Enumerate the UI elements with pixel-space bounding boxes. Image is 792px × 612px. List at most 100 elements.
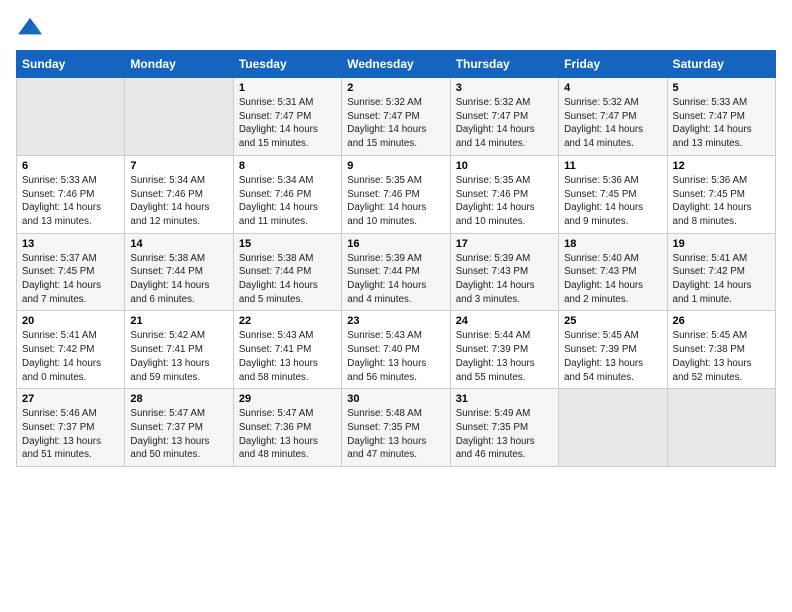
calendar-cell: 27 Sunrise: 5:46 AMSunset: 7:37 PMDayligh… <box>17 389 125 467</box>
day-number: 24 <box>456 315 553 327</box>
calendar-cell: 5 Sunrise: 5:33 AMSunset: 7:47 PMDaylight… <box>667 78 775 156</box>
calendar-week-3: 13Sunrise: 5:37 AMSunset: 7:45 PMDayligh… <box>17 233 776 311</box>
calendar-cell: 2 Sunrise: 5:32 AMSunset: 7:47 PMDaylight… <box>342 78 450 156</box>
calendar-cell: 31 Sunrise: 5:49 AMSunset: 7:35 PMDayligh… <box>450 389 558 467</box>
day-number: 23 <box>347 315 444 327</box>
day-info: Sunrise: 5:36 AMSunset: 7:45 PMDaylight:… <box>564 174 661 229</box>
day-header-tuesday: Tuesday <box>233 51 341 78</box>
day-number: 28 <box>130 393 227 405</box>
day-info: Sunrise: 5:45 AMSunset: 7:39 PMDaylight:… <box>564 329 661 384</box>
day-info: Sunrise: 5:36 AMSunset: 7:45 PMDaylight:… <box>673 174 770 229</box>
day-number: 17 <box>456 238 553 250</box>
day-info: Sunrise: 5:43 AMSunset: 7:40 PMDaylight:… <box>347 329 444 384</box>
day-info: Sunrise: 5:35 AMSunset: 7:46 PMDaylight:… <box>347 174 444 229</box>
day-header-wednesday: Wednesday <box>342 51 450 78</box>
day-number: 27 <box>22 393 119 405</box>
day-info: Sunrise: 5:40 AMSunset: 7:43 PMDaylight:… <box>564 252 661 307</box>
day-info: Sunrise: 5:43 AMSunset: 7:41 PMDaylight:… <box>239 329 336 384</box>
day-info: Sunrise: 5:32 AMSunset: 7:47 PMDaylight:… <box>456 96 553 151</box>
day-info: Sunrise: 5:42 AMSunset: 7:41 PMDaylight:… <box>130 329 227 384</box>
calendar-cell: 15 Sunrise: 5:38 AMSunset: 7:44 PMDayligh… <box>233 233 341 311</box>
calendar-week-1: 1 Sunrise: 5:31 AMSunset: 7:47 PMDaylight… <box>17 78 776 156</box>
calendar-cell: 6 Sunrise: 5:33 AMSunset: 7:46 PMDaylight… <box>17 155 125 233</box>
calendar-cell: 29Sunrise: 5:47 AMSunset: 7:36 PMDayligh… <box>233 389 341 467</box>
calendar-header-row: SundayMondayTuesdayWednesdayThursdayFrid… <box>17 51 776 78</box>
day-info: Sunrise: 5:31 AMSunset: 7:47 PMDaylight:… <box>239 96 336 151</box>
day-number: 26 <box>673 315 770 327</box>
day-number: 11 <box>564 160 661 172</box>
day-number: 12 <box>673 160 770 172</box>
day-number: 2 <box>347 82 444 94</box>
day-info: Sunrise: 5:41 AMSunset: 7:42 PMDaylight:… <box>673 252 770 307</box>
day-number: 7 <box>130 160 227 172</box>
day-info: Sunrise: 5:48 AMSunset: 7:35 PMDaylight:… <box>347 407 444 462</box>
day-info: Sunrise: 5:34 AMSunset: 7:46 PMDaylight:… <box>239 174 336 229</box>
calendar-cell: 7 Sunrise: 5:34 AMSunset: 7:46 PMDaylight… <box>125 155 233 233</box>
day-info: Sunrise: 5:44 AMSunset: 7:39 PMDaylight:… <box>456 329 553 384</box>
day-number: 20 <box>22 315 119 327</box>
day-number: 29 <box>239 393 336 405</box>
calendar-cell <box>125 78 233 156</box>
day-info: Sunrise: 5:34 AMSunset: 7:46 PMDaylight:… <box>130 174 227 229</box>
logo-icon <box>16 16 44 38</box>
calendar-cell <box>17 78 125 156</box>
calendar-week-2: 6 Sunrise: 5:33 AMSunset: 7:46 PMDaylight… <box>17 155 776 233</box>
day-info: Sunrise: 5:37 AMSunset: 7:45 PMDaylight:… <box>22 252 119 307</box>
calendar-cell: 21 Sunrise: 5:42 AMSunset: 7:41 PMDayligh… <box>125 311 233 389</box>
day-number: 16 <box>347 238 444 250</box>
day-number: 1 <box>239 82 336 94</box>
day-number: 25 <box>564 315 661 327</box>
day-info: Sunrise: 5:41 AMSunset: 7:42 PMDaylight:… <box>22 329 119 384</box>
day-number: 21 <box>130 315 227 327</box>
day-number: 9 <box>347 160 444 172</box>
day-number: 19 <box>673 238 770 250</box>
calendar-cell: 8Sunrise: 5:34 AMSunset: 7:46 PMDaylight… <box>233 155 341 233</box>
day-number: 15 <box>239 238 336 250</box>
day-info: Sunrise: 5:49 AMSunset: 7:35 PMDaylight:… <box>456 407 553 462</box>
calendar-cell: 16 Sunrise: 5:39 AMSunset: 7:44 PMDayligh… <box>342 233 450 311</box>
day-header-saturday: Saturday <box>667 51 775 78</box>
calendar-cell: 24 Sunrise: 5:44 AMSunset: 7:39 PMDayligh… <box>450 311 558 389</box>
day-header-sunday: Sunday <box>17 51 125 78</box>
day-info: Sunrise: 5:38 AMSunset: 7:44 PMDaylight:… <box>239 252 336 307</box>
day-header-friday: Friday <box>559 51 667 78</box>
calendar-week-5: 27 Sunrise: 5:46 AMSunset: 7:37 PMDayligh… <box>17 389 776 467</box>
day-number: 5 <box>673 82 770 94</box>
calendar-cell: 4Sunrise: 5:32 AMSunset: 7:47 PMDaylight… <box>559 78 667 156</box>
day-number: 3 <box>456 82 553 94</box>
logo <box>16 16 48 38</box>
calendar-cell: 19 Sunrise: 5:41 AMSunset: 7:42 PMDayligh… <box>667 233 775 311</box>
day-number: 31 <box>456 393 553 405</box>
calendar-cell <box>667 389 775 467</box>
day-info: Sunrise: 5:33 AMSunset: 7:47 PMDaylight:… <box>673 96 770 151</box>
calendar-cell <box>559 389 667 467</box>
day-header-monday: Monday <box>125 51 233 78</box>
day-info: Sunrise: 5:46 AMSunset: 7:37 PMDaylight:… <box>22 407 119 462</box>
calendar-cell: 23 Sunrise: 5:43 AMSunset: 7:40 PMDayligh… <box>342 311 450 389</box>
calendar-week-4: 20 Sunrise: 5:41 AMSunset: 7:42 PMDayligh… <box>17 311 776 389</box>
day-number: 14 <box>130 238 227 250</box>
day-number: 18 <box>564 238 661 250</box>
calendar-cell: 30 Sunrise: 5:48 AMSunset: 7:35 PMDayligh… <box>342 389 450 467</box>
calendar-cell: 13Sunrise: 5:37 AMSunset: 7:45 PMDayligh… <box>17 233 125 311</box>
day-info: Sunrise: 5:45 AMSunset: 7:38 PMDaylight:… <box>673 329 770 384</box>
day-info: Sunrise: 5:32 AMSunset: 7:47 PMDaylight:… <box>347 96 444 151</box>
calendar-table: SundayMondayTuesdayWednesdayThursdayFrid… <box>16 50 776 467</box>
day-number: 22 <box>239 315 336 327</box>
day-info: Sunrise: 5:32 AMSunset: 7:47 PMDaylight:… <box>564 96 661 151</box>
day-info: Sunrise: 5:39 AMSunset: 7:43 PMDaylight:… <box>456 252 553 307</box>
calendar-cell: 1 Sunrise: 5:31 AMSunset: 7:47 PMDaylight… <box>233 78 341 156</box>
calendar-cell: 26 Sunrise: 5:45 AMSunset: 7:38 PMDayligh… <box>667 311 775 389</box>
day-info: Sunrise: 5:39 AMSunset: 7:44 PMDaylight:… <box>347 252 444 307</box>
calendar-cell: 25 Sunrise: 5:45 AMSunset: 7:39 PMDayligh… <box>559 311 667 389</box>
day-number: 30 <box>347 393 444 405</box>
day-number: 6 <box>22 160 119 172</box>
calendar-cell: 14Sunrise: 5:38 AMSunset: 7:44 PMDayligh… <box>125 233 233 311</box>
calendar-cell: 18 Sunrise: 5:40 AMSunset: 7:43 PMDayligh… <box>559 233 667 311</box>
calendar-cell: 17 Sunrise: 5:39 AMSunset: 7:43 PMDayligh… <box>450 233 558 311</box>
day-number: 10 <box>456 160 553 172</box>
day-info: Sunrise: 5:33 AMSunset: 7:46 PMDaylight:… <box>22 174 119 229</box>
calendar-cell: 12 Sunrise: 5:36 AMSunset: 7:45 PMDayligh… <box>667 155 775 233</box>
day-info: Sunrise: 5:47 AMSunset: 7:37 PMDaylight:… <box>130 407 227 462</box>
calendar-cell: 3 Sunrise: 5:32 AMSunset: 7:47 PMDaylight… <box>450 78 558 156</box>
